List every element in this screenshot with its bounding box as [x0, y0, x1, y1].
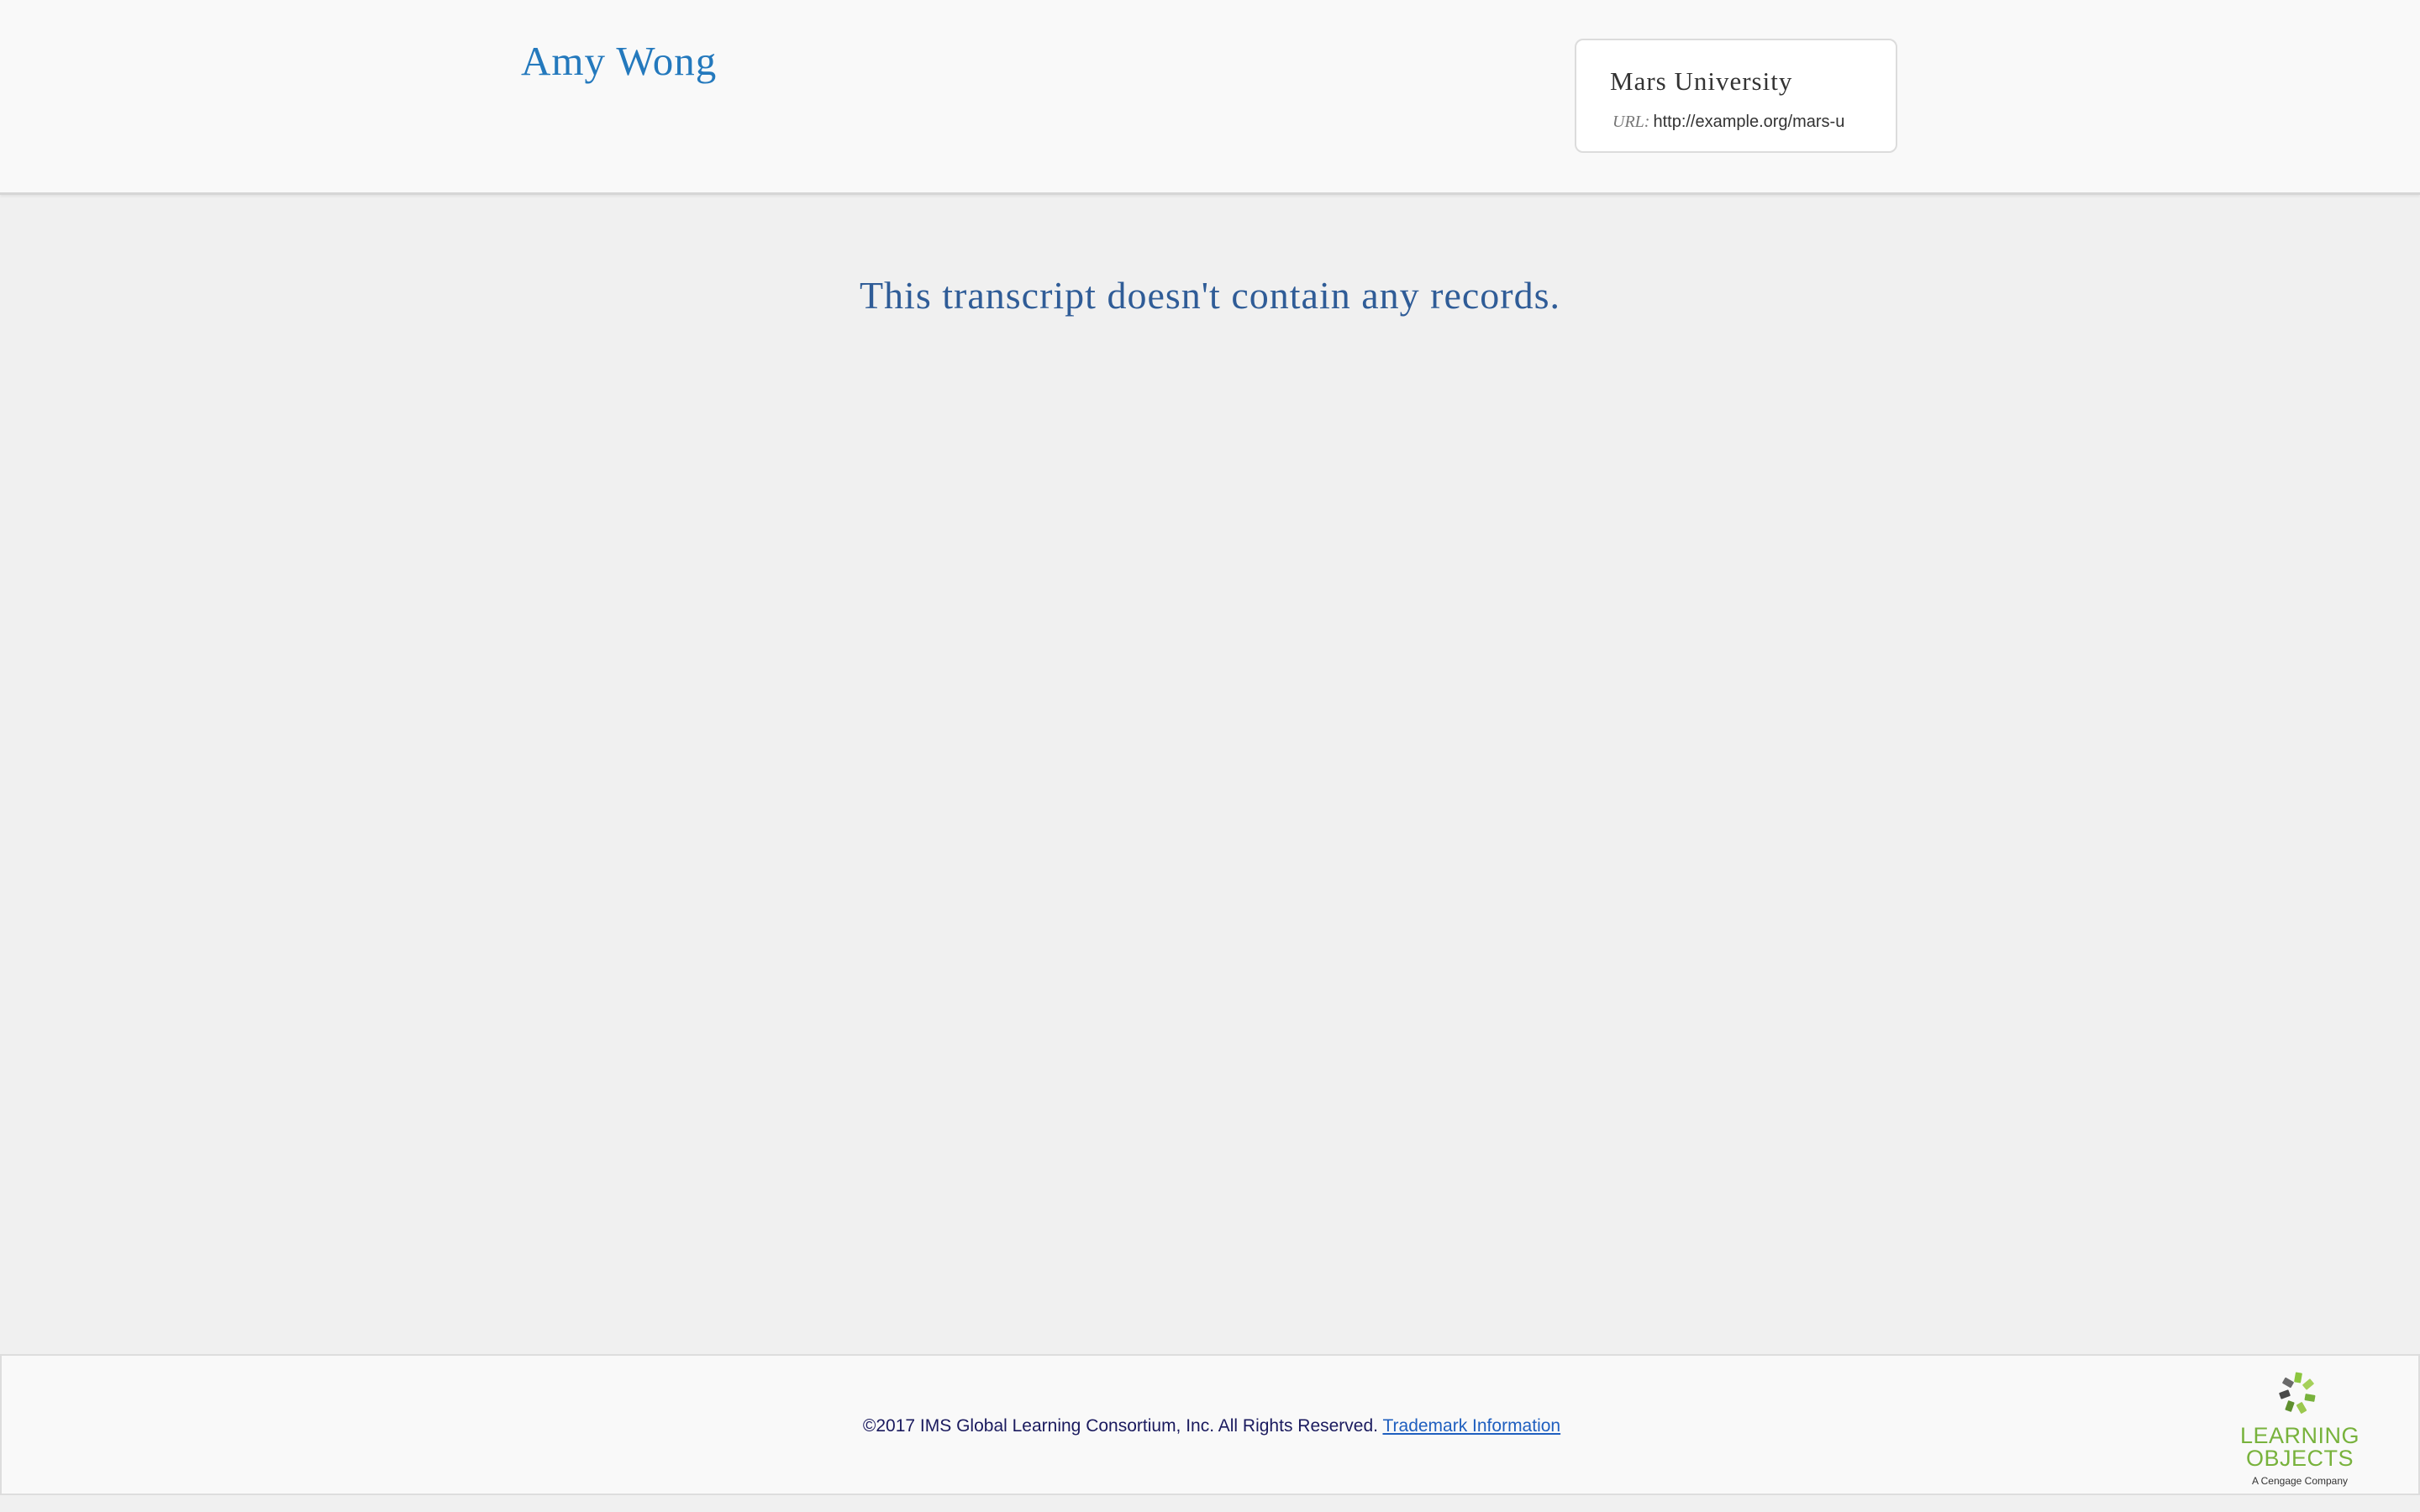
issuer-url: URL: http://example.org/mars-u	[1612, 113, 1844, 132]
empty-transcript-message: This transcript doesn't contain any reco…	[859, 274, 1561, 317]
student-name: Amy Wong	[521, 38, 718, 84]
issuer-name: Mars University	[1610, 66, 1793, 96]
issuer-url-label: URL:	[1612, 113, 1650, 131]
logo-pinwheel-icon	[2279, 1372, 2316, 1414]
header: Amy Wong Mars University URL: http://exa…	[0, 0, 2420, 195]
issuer-card: Mars University URL: http://example.org/…	[1575, 39, 1897, 153]
trademark-link[interactable]: Trademark Information	[1382, 1416, 1560, 1436]
footer-text: ©2017 IMS Global Learning Consortium, In…	[2, 1416, 2420, 1436]
learning-objects-logo: LEARNING OBJECTS A Cengage Company	[2237, 1371, 2363, 1487]
footer: ©2017 IMS Global Learning Consortium, In…	[0, 1354, 2420, 1495]
logo-text-line2: OBJECTS	[2245, 1446, 2354, 1471]
issuer-url-value: http://example.org/mars-u	[1653, 113, 1845, 131]
copyright-text: ©2017 IMS Global Learning Consortium, In…	[862, 1416, 1378, 1436]
logo-text-line1: LEARNING	[2239, 1423, 2360, 1448]
logo-subtitle: A Cengage Company	[2251, 1475, 2349, 1487]
